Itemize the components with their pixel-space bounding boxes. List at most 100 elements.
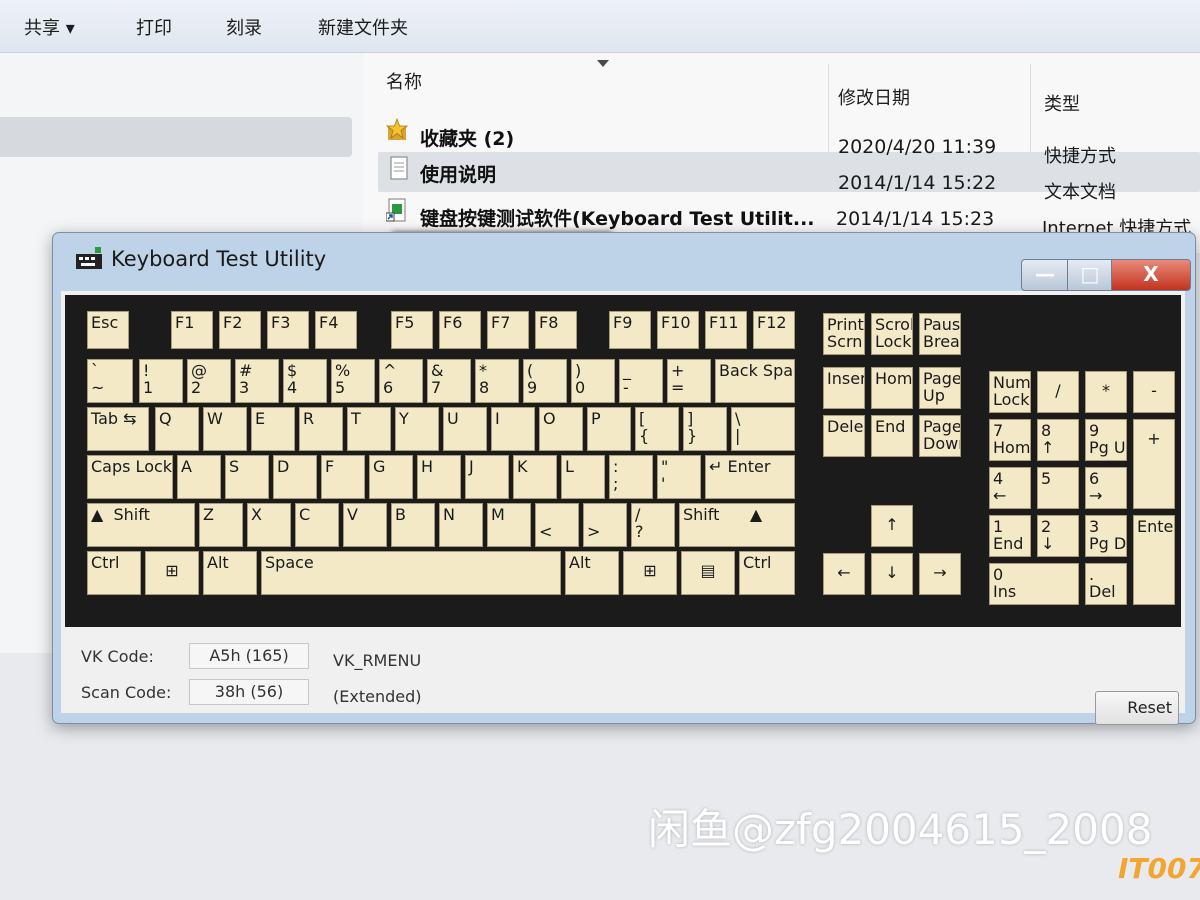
key-num0[interactable]: 0 Ins — [989, 563, 1079, 605]
reset-button[interactable]: Reset — [1095, 691, 1179, 725]
key-l[interactable]: L — [561, 455, 605, 499]
burn-button[interactable]: 刻录 — [226, 14, 262, 40]
key-j[interactable]: J — [465, 455, 509, 499]
key-ralt[interactable]: Alt — [565, 551, 619, 595]
key-menu[interactable]: ▤ — [681, 551, 735, 595]
key-7[interactable]: & 7 — [427, 359, 471, 403]
key-f3[interactable]: F3 — [267, 311, 309, 349]
key-equal[interactable]: + = — [667, 359, 711, 403]
key-f4[interactable]: F4 — [315, 311, 357, 349]
key-period[interactable]: > — [583, 503, 627, 547]
key-numlock[interactable]: Num Lock — [989, 371, 1031, 413]
key-r[interactable]: R — [299, 407, 343, 451]
key-n[interactable]: N — [439, 503, 483, 547]
key-numdot[interactable]: . Del — [1085, 563, 1127, 605]
key-scrlk[interactable]: Scrol Lock — [871, 313, 913, 355]
key-f10[interactable]: F10 — [657, 311, 699, 349]
key-x[interactable]: X — [247, 503, 291, 547]
key-f5[interactable]: F5 — [391, 311, 433, 349]
key-i[interactable]: I — [491, 407, 535, 451]
key-pgup[interactable]: Page Up — [919, 367, 961, 409]
print-button[interactable]: 打印 — [136, 14, 172, 40]
key-0[interactable]: ) 0 — [571, 359, 615, 403]
key-m[interactable]: M — [487, 503, 531, 547]
key-numadd[interactable]: + — [1133, 419, 1175, 509]
key-f12[interactable]: F12 — [753, 311, 795, 349]
key-quote[interactable]: " ' — [657, 455, 701, 499]
key-9[interactable]: ( 9 — [523, 359, 567, 403]
key-a[interactable]: A — [177, 455, 221, 499]
key-h[interactable]: H — [417, 455, 461, 499]
key-insert[interactable]: Insert — [823, 367, 865, 409]
key-esc[interactable]: Esc — [87, 311, 129, 349]
key-prtsc[interactable]: Print Scrn — [823, 313, 865, 355]
key-num5[interactable]: 5 — [1037, 467, 1079, 509]
key-end[interactable]: End — [871, 415, 913, 457]
maximize-button[interactable]: □ — [1067, 259, 1113, 291]
key-pgdn[interactable]: Page Down — [919, 415, 961, 457]
file-name[interactable]: 键盘按键测试软件(Keyboard Test Utilit... — [420, 204, 815, 231]
key-lbracket[interactable]: [ { — [635, 407, 679, 451]
key-num9[interactable]: 9 Pg U — [1085, 419, 1127, 461]
key-delete[interactable]: Delete — [823, 415, 865, 457]
key-minus[interactable]: _ - — [619, 359, 663, 403]
key-f1[interactable]: F1 — [171, 311, 213, 349]
key-t[interactable]: T — [347, 407, 391, 451]
key-right[interactable]: → — [919, 553, 961, 595]
key-num4[interactable]: 4 ← — [989, 467, 1031, 509]
key-left[interactable]: ← — [823, 553, 865, 595]
key-lctrl[interactable]: Ctrl — [87, 551, 141, 595]
key-e[interactable]: E — [251, 407, 295, 451]
key-num3[interactable]: 3 Pg D — [1085, 515, 1127, 557]
key-backspace[interactable]: Back Spac — [715, 359, 795, 403]
key-rshift[interactable]: Shift ▲ — [679, 503, 795, 547]
file-name[interactable]: 使用说明 — [420, 160, 496, 187]
share-menu[interactable]: 共享 ▾ — [24, 14, 75, 40]
key-f8[interactable]: F8 — [535, 311, 577, 349]
key-pause[interactable]: Paus Brea — [919, 313, 961, 355]
key-1[interactable]: ! 1 — [139, 359, 183, 403]
key-comma[interactable]: < — [535, 503, 579, 547]
key-num6[interactable]: 6 → — [1085, 467, 1127, 509]
key-rbracket[interactable]: ] } — [683, 407, 727, 451]
key-f11[interactable]: F11 — [705, 311, 747, 349]
key-g[interactable]: G — [369, 455, 413, 499]
key-semicolon[interactable]: : ; — [609, 455, 653, 499]
key-s[interactable]: S — [225, 455, 269, 499]
key-d[interactable]: D — [273, 455, 317, 499]
key-home[interactable]: Home — [871, 367, 913, 409]
key-tab[interactable]: Tab ⇆ — [87, 407, 149, 451]
key-caps[interactable]: Caps Lock — [87, 455, 173, 499]
key-numsub[interactable]: - — [1133, 371, 1175, 413]
key-z[interactable]: Z — [199, 503, 243, 547]
key-num2[interactable]: 2 ↓ — [1037, 515, 1079, 557]
key-lalt[interactable]: Alt — [203, 551, 257, 595]
column-type-header[interactable]: 类型 — [1044, 90, 1080, 116]
minimize-button[interactable]: — — [1021, 259, 1069, 291]
key-u[interactable]: U — [443, 407, 487, 451]
key-enter[interactable]: ↵ Enter — [705, 455, 795, 499]
key-num1[interactable]: 1 End — [989, 515, 1031, 557]
key-p[interactable]: P — [587, 407, 631, 451]
key-v[interactable]: V — [343, 503, 387, 547]
key-3[interactable]: # 3 — [235, 359, 279, 403]
column-name-header[interactable]: 名称 — [386, 68, 422, 94]
key-backslash[interactable]: \ | — [731, 407, 795, 451]
file-name[interactable]: 收藏夹 (2) — [420, 124, 514, 151]
nav-selected-item[interactable] — [0, 117, 352, 157]
key-rctrl[interactable]: Ctrl — [739, 551, 795, 595]
key-space[interactable]: Space — [261, 551, 561, 595]
close-button[interactable]: X — [1111, 259, 1191, 291]
new-folder-button[interactable]: 新建文件夹 — [318, 14, 408, 40]
key-f6[interactable]: F6 — [439, 311, 481, 349]
key-6[interactable]: ^ 6 — [379, 359, 423, 403]
key-slash[interactable]: / ? — [631, 503, 675, 547]
key-num8[interactable]: 8 ↑ — [1037, 419, 1079, 461]
key-8[interactable]: * 8 — [475, 359, 519, 403]
key-numenter[interactable]: Enter — [1133, 515, 1175, 605]
key-q[interactable]: Q — [155, 407, 199, 451]
key-f[interactable]: F — [321, 455, 365, 499]
key-grave[interactable]: ` ~ — [87, 359, 133, 403]
key-y[interactable]: Y — [395, 407, 439, 451]
key-f2[interactable]: F2 — [219, 311, 261, 349]
